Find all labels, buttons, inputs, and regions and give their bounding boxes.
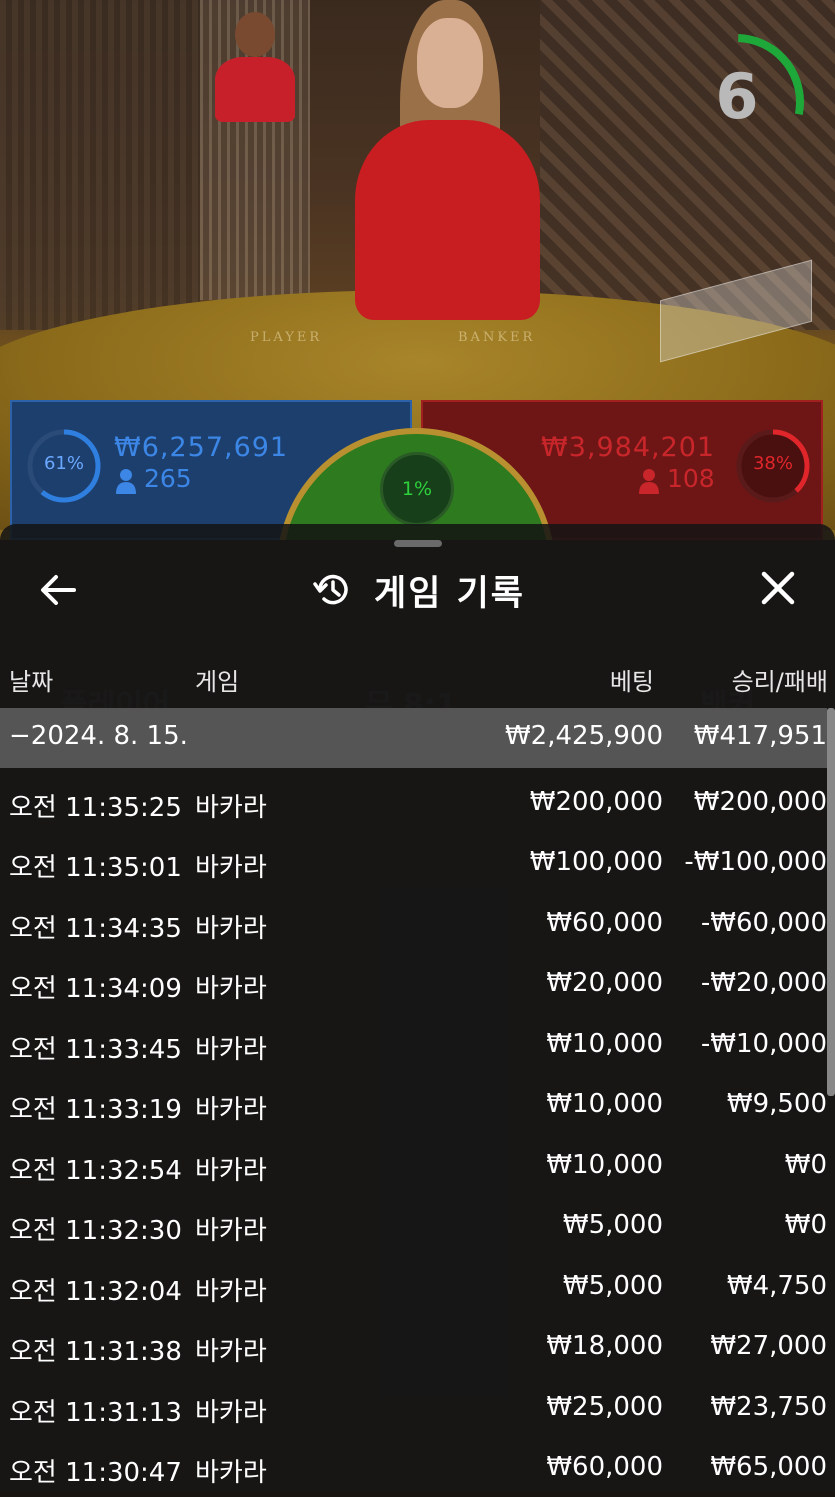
person-icon xyxy=(639,468,659,494)
row-time: 오전 11:35:25 xyxy=(9,793,182,823)
history-row[interactable]: 오전 11:32:54 바카라 ₩10,000 ₩0 xyxy=(0,1135,827,1195)
banker-bet-amount: ₩3,984,201 xyxy=(541,432,716,463)
history-row[interactable]: 오전 11:32:30 바카라 ₩5,000 ₩0 xyxy=(0,1195,827,1255)
column-header-game[interactable]: 게임 xyxy=(195,662,239,697)
scrollbar[interactable] xyxy=(827,708,835,1096)
countdown-timer: 6 xyxy=(668,33,804,170)
row-bet: ₩10,000 xyxy=(546,1029,663,1059)
row-bet: ₩5,000 xyxy=(562,1271,663,1301)
row-time: 오전 11:35:01 xyxy=(9,853,182,883)
row-game: 바카라 xyxy=(195,1095,267,1125)
history-row[interactable]: 오전 11:34:09 바카라 ₩20,000 -₩20,000 xyxy=(0,953,827,1013)
row-time: 오전 11:34:35 xyxy=(9,914,182,944)
summary-result-total: ₩417,951 xyxy=(693,721,827,751)
row-bet: ₩25,000 xyxy=(546,1392,663,1422)
timer-count: 6 xyxy=(715,60,759,133)
history-row[interactable]: 오전 11:33:19 바카라 ₩10,000 ₩9,500 xyxy=(0,1074,827,1134)
row-result: ₩65,000 xyxy=(710,1452,827,1482)
row-bet: ₩18,000 xyxy=(546,1331,663,1361)
row-result: ₩200,000 xyxy=(693,787,827,817)
player-bet-amount: ₩6,257,691 xyxy=(114,432,289,463)
row-game: 바카라 xyxy=(195,1458,267,1488)
history-row[interactable]: 오전 11:33:45 바카라 ₩10,000 -₩10,000 xyxy=(0,1014,827,1074)
back-button[interactable] xyxy=(34,568,84,612)
row-time: 오전 11:30:47 xyxy=(9,1458,182,1488)
row-result: -₩20,000 xyxy=(700,968,827,998)
history-row[interactable]: 오전 11:32:04 바카라 ₩5,000 ₩4,750 xyxy=(0,1256,827,1316)
row-game: 바카라 xyxy=(195,793,267,823)
arrow-left-icon xyxy=(41,575,76,605)
row-result: ₩4,750 xyxy=(726,1271,827,1301)
table-player-label: PLAYER xyxy=(250,330,323,345)
row-result: -₩10,000 xyxy=(700,1029,827,1059)
background-dealer xyxy=(215,12,295,122)
drag-handle[interactable] xyxy=(394,540,442,547)
row-bet: ₩10,000 xyxy=(546,1150,663,1180)
row-result: -₩60,000 xyxy=(700,908,827,938)
close-icon xyxy=(761,571,795,605)
dealer xyxy=(355,0,540,320)
close-button[interactable] xyxy=(752,568,804,612)
history-row[interactable]: 오전 11:35:01 바카라 ₩100,000 -₩100,000 xyxy=(0,832,827,892)
row-bet: ₩200,000 xyxy=(529,787,663,817)
column-header-result[interactable]: 승리/패배 xyxy=(732,662,828,697)
history-clock-icon xyxy=(313,574,348,605)
player-percent: 61% xyxy=(43,453,84,474)
row-result: ₩0 xyxy=(784,1150,827,1180)
row-game: 바카라 xyxy=(195,1398,267,1428)
row-time: 오전 11:32:30 xyxy=(9,1216,182,1246)
row-time: 오전 11:34:09 xyxy=(9,974,182,1004)
row-bet: ₩60,000 xyxy=(546,908,663,938)
panel-title: 게임 기록 xyxy=(374,573,525,614)
column-header-date[interactable]: 날짜 xyxy=(9,662,53,697)
banker-percent: 38% xyxy=(752,453,793,474)
tie-percent: 1% xyxy=(380,452,454,526)
row-result: -₩100,000 xyxy=(684,847,827,877)
row-result: ₩27,000 xyxy=(710,1331,827,1361)
table-banker-label: BANKER xyxy=(458,330,536,345)
row-time: 오전 11:31:38 xyxy=(9,1337,182,1367)
row-time: 오전 11:33:45 xyxy=(9,1035,182,1065)
panel-header: 게임 기록 xyxy=(312,564,525,616)
row-game: 바카라 xyxy=(195,853,267,883)
summary-bet-total: ₩2,425,900 xyxy=(504,721,663,751)
history-row[interactable]: 오전 11:30:47 바카라 ₩60,000 ₩65,000 xyxy=(0,1437,827,1497)
row-result: ₩23,750 xyxy=(710,1392,827,1422)
row-game: 바카라 xyxy=(195,1277,267,1307)
row-time: 오전 11:32:54 xyxy=(9,1156,182,1186)
row-time: 오전 11:32:04 xyxy=(9,1277,182,1307)
row-time: 오전 11:33:19 xyxy=(9,1095,182,1125)
row-result: ₩9,500 xyxy=(726,1089,827,1119)
row-time: 오전 11:31:13 xyxy=(9,1398,182,1428)
row-game: 바카라 xyxy=(195,914,267,944)
background-wall xyxy=(0,0,200,330)
row-bet: ₩10,000 xyxy=(546,1089,663,1119)
row-bet: ₩60,000 xyxy=(546,1452,663,1482)
row-bet: ₩5,000 xyxy=(562,1210,663,1240)
player-bettor-count: 265 xyxy=(144,464,192,493)
person-icon xyxy=(116,468,136,494)
row-bet: ₩100,000 xyxy=(529,847,663,877)
history-row[interactable]: 오전 11:34:35 바카라 ₩60,000 -₩60,000 xyxy=(0,893,827,953)
row-game: 바카라 xyxy=(195,1156,267,1186)
banker-bettor-count: 108 xyxy=(667,464,715,493)
game-history-panel: 게임 기록 날짜 게임 베팅 승리/패배 −2024. 8. 15. ₩2,42… xyxy=(0,524,835,1492)
row-game: 바카라 xyxy=(195,1216,267,1246)
row-game: 바카라 xyxy=(195,1337,267,1367)
row-game: 바카라 xyxy=(195,974,267,1004)
row-game: 바카라 xyxy=(195,1035,267,1065)
row-result: ₩0 xyxy=(784,1210,827,1240)
history-row[interactable]: 오전 11:31:38 바카라 ₩18,000 ₩27,000 xyxy=(0,1316,827,1376)
row-bet: ₩20,000 xyxy=(546,968,663,998)
summary-date: −2024. 8. 15. xyxy=(9,721,188,751)
date-summary-row[interactable]: −2024. 8. 15. ₩2,425,900 ₩417,951 xyxy=(0,708,827,768)
history-row[interactable]: 오전 11:35:25 바카라 ₩200,000 ₩200,000 xyxy=(0,772,827,832)
history-row[interactable]: 오전 11:31:13 바카라 ₩25,000 ₩23,750 xyxy=(0,1377,827,1437)
column-header-bet[interactable]: 베팅 xyxy=(610,662,654,697)
